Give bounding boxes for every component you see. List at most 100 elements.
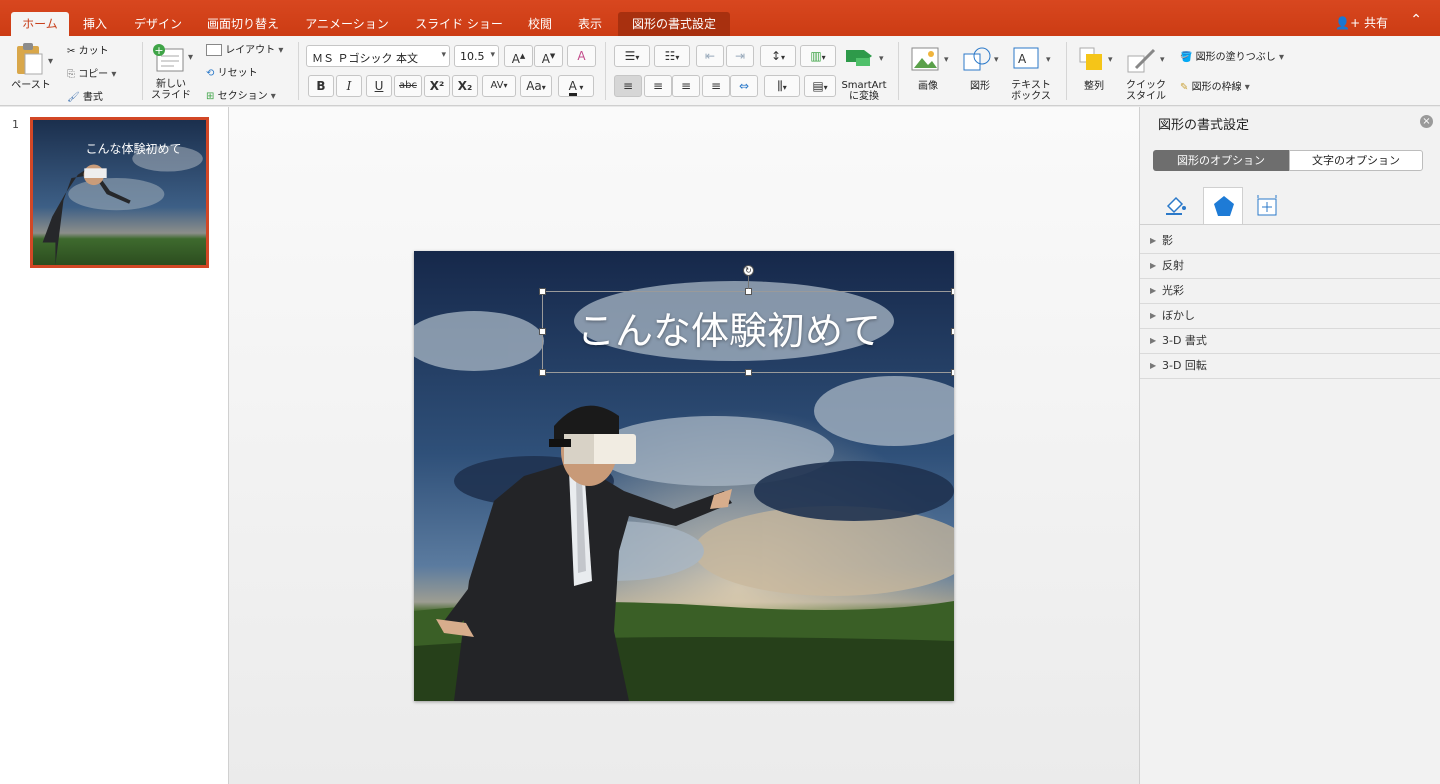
tab-home[interactable]: ホーム: [11, 12, 69, 36]
slide-title[interactable]: こんな体験初めて: [543, 306, 915, 356]
tab-shape-format[interactable]: 図形の書式設定: [618, 12, 730, 36]
section-reflection[interactable]: ▶ 反射: [1140, 254, 1440, 279]
size-properties-icon[interactable]: [1254, 193, 1280, 219]
font-name-dropdown[interactable]: ＭＳ Ｐゴシック 本文 ▾: [306, 45, 450, 67]
expand-triangle-icon: ▶: [1150, 261, 1157, 270]
section-3d-format[interactable]: ▶ 3-D 書式: [1140, 329, 1440, 354]
textbox-label[interactable]: テキスト ボックス: [1004, 80, 1058, 102]
align-left-button[interactable]: ≡: [614, 75, 642, 97]
reset-button[interactable]: ⟲ リセット: [206, 64, 258, 79]
section-3d-rotation[interactable]: ▶ 3-D 回転: [1140, 354, 1440, 379]
resize-handle[interactable]: [745, 288, 752, 295]
font-color-button[interactable]: A ▾: [558, 75, 594, 97]
text-options-tab[interactable]: 文字のオプション: [1289, 150, 1423, 171]
tab-review[interactable]: 校閲: [520, 12, 560, 36]
tab-slideshow[interactable]: スライド ショー: [410, 12, 508, 36]
increase-font-size-button[interactable]: A▲: [504, 45, 533, 67]
subscript-button[interactable]: X₂: [452, 75, 478, 97]
section-glow[interactable]: ▶ 光彩: [1140, 279, 1440, 304]
shapes-icon[interactable]: ▾: [962, 46, 1002, 72]
smartart-label[interactable]: SmartArt に変換: [836, 80, 892, 102]
shapes-label[interactable]: 図形: [958, 81, 1002, 92]
shape-options-tab[interactable]: 図形のオプション: [1153, 150, 1289, 171]
columns-button[interactable]: ▥▾: [800, 45, 836, 67]
italic-button[interactable]: I: [336, 75, 362, 97]
cut-button[interactable]: ✂ カット: [67, 42, 109, 57]
increase-indent-button[interactable]: ⇥: [726, 45, 754, 67]
expand-triangle-icon: ▶: [1150, 336, 1157, 345]
fill-line-icon[interactable]: [1162, 192, 1188, 218]
tab-animations[interactable]: アニメーション: [298, 12, 396, 36]
quick-style-icon[interactable]: ▾: [1126, 46, 1168, 74]
slide[interactable]: こんな体験初めて ↻: [414, 251, 954, 701]
share-button[interactable]: 👤+ 共有: [1335, 14, 1388, 31]
copy-button[interactable]: ⎘ コピー ▾: [67, 65, 116, 80]
paste-button-label[interactable]: ペースト: [8, 80, 54, 91]
resize-handle[interactable]: [951, 369, 954, 376]
expand-triangle-icon: ▶: [1150, 361, 1157, 370]
resize-handle[interactable]: [539, 369, 546, 376]
rotation-handle-icon[interactable]: ↻: [743, 265, 754, 276]
font-size-dropdown[interactable]: 10.5 ▾: [454, 45, 499, 67]
tab-design[interactable]: デザイン: [127, 12, 189, 36]
align-center-button[interactable]: ≡: [644, 75, 672, 97]
character-spacing-button[interactable]: AV▾: [482, 75, 516, 97]
underline-button[interactable]: U: [366, 75, 392, 97]
tab-insert[interactable]: 挿入: [75, 12, 115, 36]
decrease-indent-button[interactable]: ⇤: [696, 45, 724, 67]
layout-icon: [206, 44, 222, 56]
pentagon-icon: [1214, 196, 1234, 216]
bullets-button[interactable]: ☰▾: [614, 45, 650, 67]
title-textbox[interactable]: こんな体験初めて: [542, 291, 954, 373]
superscript-button[interactable]: X²: [424, 75, 450, 97]
smartart-icon[interactable]: ▾: [844, 46, 884, 68]
ribbon: ペースト ▾ ✂ カット ⎘ コピー ▾ 🖌 書式 + ▾ 新しい スライド レ…: [0, 36, 1440, 106]
tab-view[interactable]: 表示: [570, 12, 610, 36]
arrange-label[interactable]: 整列: [1072, 81, 1116, 92]
justify-button[interactable]: ≡: [702, 75, 730, 97]
bold-button[interactable]: B: [308, 75, 334, 97]
new-slide-icon[interactable]: +: [152, 43, 184, 73]
text-direction-button[interactable]: ⫼▾: [764, 75, 800, 97]
distribute-button[interactable]: ⇔: [730, 75, 758, 97]
align-right-button[interactable]: ≡: [672, 75, 700, 97]
copy-icon: ⎘: [67, 69, 75, 80]
picture-icon[interactable]: ▾: [910, 46, 950, 72]
section-shadow[interactable]: ▶ 影: [1140, 229, 1440, 254]
collapse-ribbon-icon[interactable]: ⌃: [1410, 12, 1422, 28]
scissors-icon: ✂: [67, 46, 76, 57]
numbering-button[interactable]: ☷▾: [654, 45, 690, 67]
slide-number: 1: [12, 118, 19, 131]
decrease-font-size-button[interactable]: A▼: [534, 45, 563, 67]
close-icon[interactable]: ×: [1420, 115, 1433, 128]
line-spacing-button[interactable]: ↕▾: [760, 45, 796, 67]
arrange-icon[interactable]: ▾: [1078, 46, 1116, 72]
quick-style-label[interactable]: クイック スタイル: [1120, 80, 1172, 102]
clear-formatting-icon[interactable]: A: [567, 45, 596, 67]
shape-fill-button[interactable]: 🪣 図形の塗りつぶし ▾: [1180, 48, 1284, 63]
effects-tab[interactable]: [1203, 187, 1243, 225]
format-painter-button[interactable]: 🖌 書式: [67, 88, 103, 103]
resize-handle[interactable]: [951, 328, 954, 335]
ribbon-tab-bar: ホーム 挿入 デザイン 画面切り替え アニメーション スライド ショー 校閲 表…: [0, 0, 1440, 36]
shape-outline-button[interactable]: ✎ 図形の枠線 ▾: [1180, 78, 1250, 93]
section-button[interactable]: ⊞ セクション ▾: [206, 87, 276, 102]
change-case-button[interactable]: Aa▾: [520, 75, 552, 97]
align-text-button[interactable]: ▤▾: [804, 75, 836, 97]
section-soft-edges[interactable]: ▶ ぼかし: [1140, 304, 1440, 329]
resize-handle[interactable]: [539, 288, 546, 295]
strikethrough-button[interactable]: abc: [394, 75, 422, 97]
resize-handle[interactable]: [539, 328, 546, 335]
resize-handle[interactable]: [951, 288, 954, 295]
separator: [298, 42, 299, 100]
layout-button[interactable]: レイアウト ▾: [206, 41, 283, 56]
tab-transitions[interactable]: 画面切り替え: [200, 12, 286, 36]
thumbnail-title: こんな体験初めて: [85, 142, 182, 156]
format-shape-pane: 図形の書式設定 × 図形のオプション 文字のオプション ▶ 影 ▶ 反射 ▶ 光彩 ▶…: [1139, 107, 1440, 784]
picture-label[interactable]: 画像: [906, 81, 950, 92]
textbox-icon[interactable]: A ▾: [1012, 46, 1054, 72]
slide-thumbnail[interactable]: こんな体験初めて: [30, 117, 209, 268]
paste-icon[interactable]: [14, 42, 44, 76]
new-slide-label[interactable]: 新しい スライド: [146, 79, 196, 101]
resize-handle[interactable]: [745, 369, 752, 376]
